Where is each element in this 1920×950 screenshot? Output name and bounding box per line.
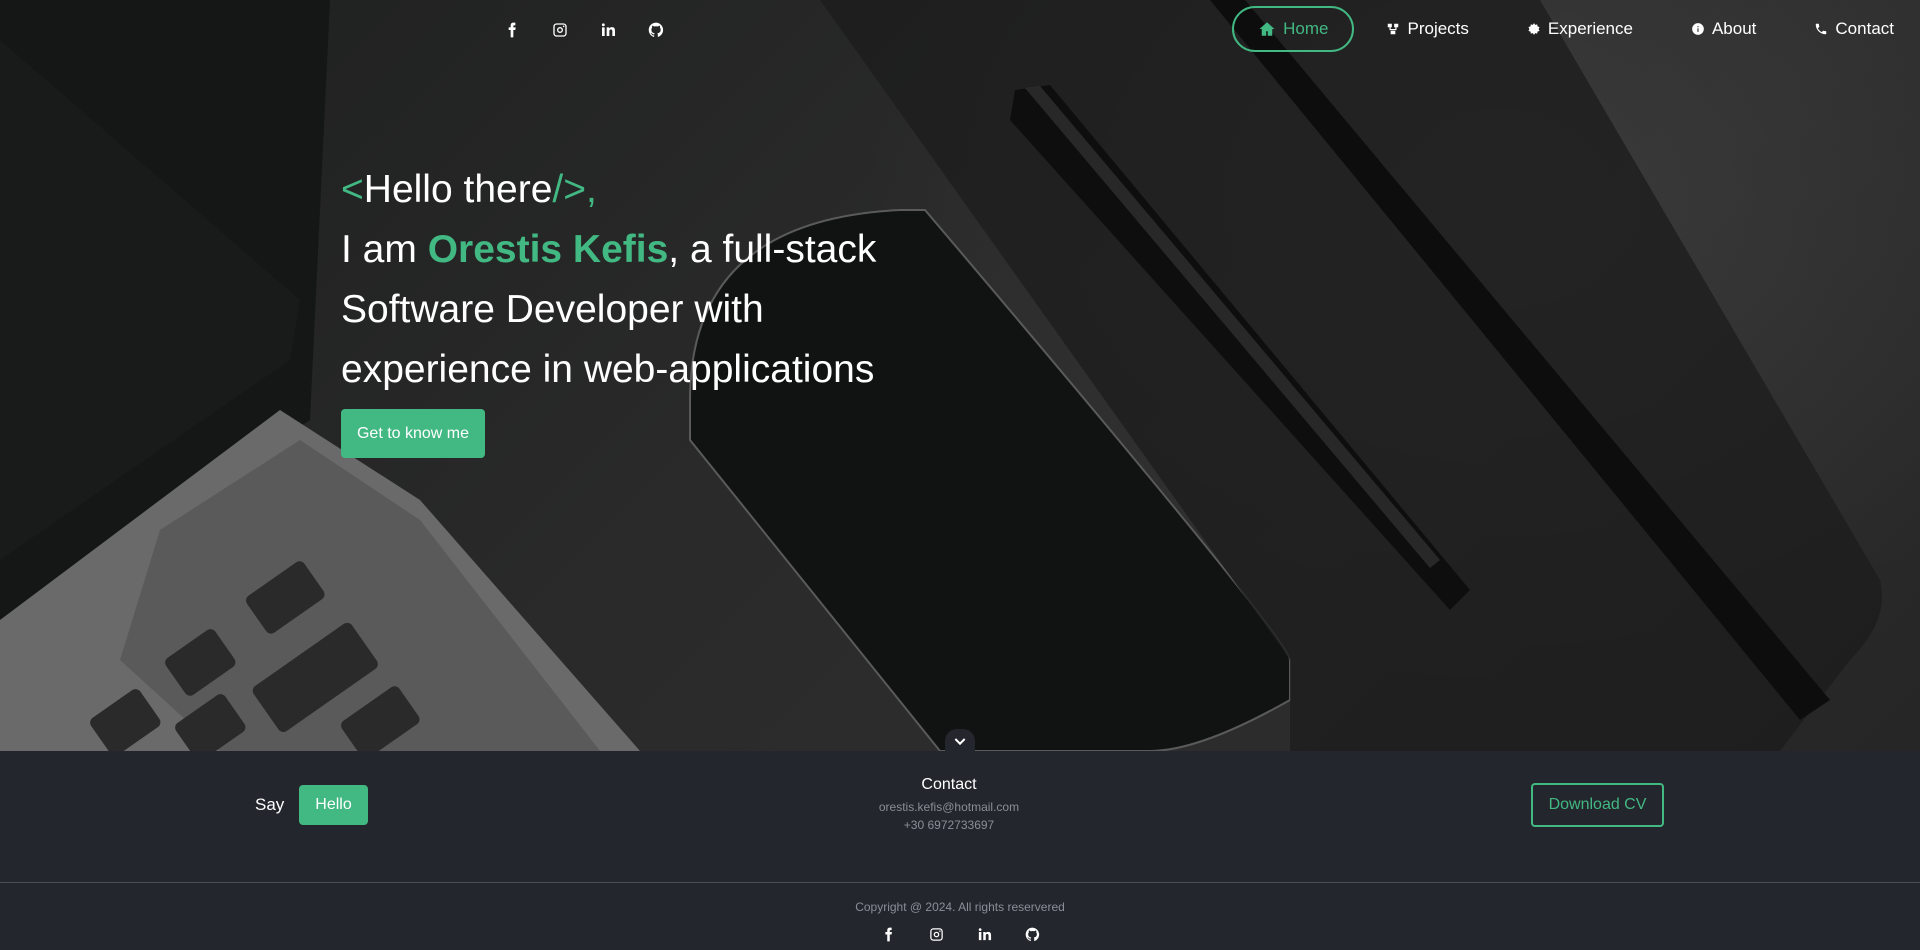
github-icon[interactable] xyxy=(644,18,668,42)
contact-email-link[interactable]: orestis.kefis@hotmail.com xyxy=(849,798,1049,816)
github-icon[interactable] xyxy=(1020,924,1044,944)
facebook-icon[interactable] xyxy=(876,924,900,944)
copyright-text: Copyright @ 2024. All rights reservered xyxy=(855,900,1065,914)
linkedin-icon[interactable] xyxy=(972,924,996,944)
chevron-down-icon xyxy=(954,738,966,746)
experience-icon xyxy=(1528,23,1540,35)
say-label: Say xyxy=(255,795,285,814)
linkedin-icon[interactable] xyxy=(596,18,620,42)
nav-item-contact[interactable]: Contact xyxy=(1788,6,1920,52)
nav-item-label: Home xyxy=(1283,19,1329,38)
hero-section: Home Projects Experience About Contact <… xyxy=(0,0,1920,751)
nav-item-label: About xyxy=(1711,19,1757,38)
contact-info: Contact orestis.kefis@hotmail.com +30 69… xyxy=(849,776,1049,834)
say-hello-button[interactable]: Hello xyxy=(299,785,368,825)
nav-item-label: Projects xyxy=(1407,19,1469,38)
social-links-bottom xyxy=(0,924,1920,944)
get-to-know-me-button[interactable]: Get to know me xyxy=(341,409,485,458)
facebook-icon[interactable] xyxy=(500,18,524,42)
projects-icon xyxy=(1388,23,1399,35)
phone-icon xyxy=(1816,23,1827,35)
open-tag: < xyxy=(341,168,364,211)
nav-item-home[interactable]: Home xyxy=(1232,6,1355,52)
intro-text: I am Orestis Kefis, a full-stack Softwar… xyxy=(341,220,961,400)
scroll-down-button[interactable] xyxy=(945,729,975,753)
nav-item-label: Contact xyxy=(1835,19,1894,38)
developer-name: Orestis Kefis xyxy=(427,228,669,271)
contact-phone-link[interactable]: +30 6972733697 xyxy=(849,816,1049,834)
greeting-line: <Hello there/>, xyxy=(341,160,961,220)
close-tag: />, xyxy=(552,168,597,211)
instagram-icon[interactable] xyxy=(924,924,948,944)
info-icon xyxy=(1692,23,1704,35)
nav-item-projects[interactable]: Projects xyxy=(1360,6,1494,52)
nav-item-label: Experience xyxy=(1547,19,1633,38)
hero-headline: <Hello there/>, I am Orestis Kefis, a fu… xyxy=(341,160,961,400)
intro-prefix: I am xyxy=(341,228,428,271)
nav-item-experience[interactable]: Experience xyxy=(1501,6,1659,52)
social-links-top xyxy=(500,18,668,42)
download-cv-button[interactable]: Download CV xyxy=(1531,783,1664,827)
contact-title: Contact xyxy=(921,776,977,793)
nav-item-about[interactable]: About xyxy=(1665,6,1782,52)
instagram-icon[interactable] xyxy=(548,18,572,42)
home-icon xyxy=(1259,22,1275,36)
greeting-text: Hello there xyxy=(363,168,553,211)
main-nav: Home Projects Experience About Contact xyxy=(1226,6,1920,52)
